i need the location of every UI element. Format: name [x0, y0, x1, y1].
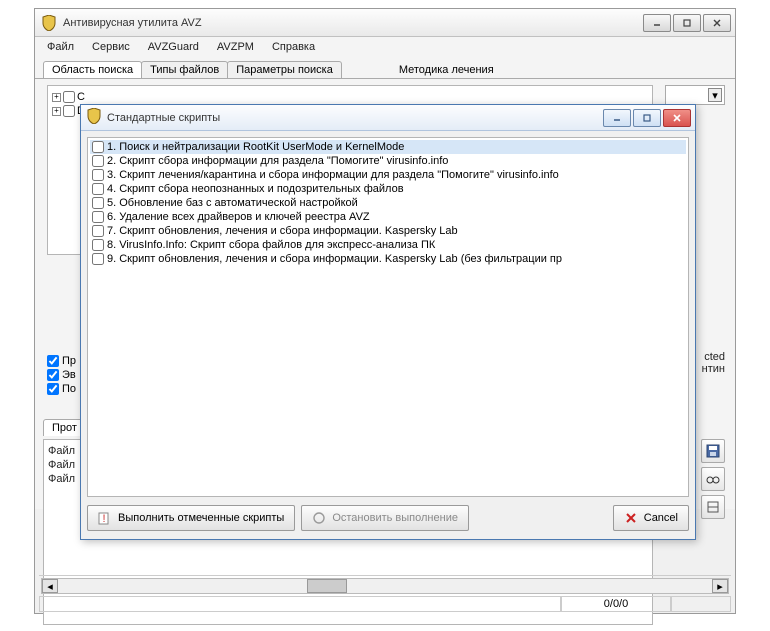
script-checkbox[interactable]	[92, 197, 104, 209]
check-ev[interactable]	[47, 369, 59, 381]
tabs-row: Область поиска Типы файлов Параметры пои…	[35, 57, 735, 79]
chevron-down-icon: ▾	[708, 88, 722, 102]
script-label: 1. Поиск и нейтрализации RootKit UserMod…	[107, 141, 404, 153]
script-row[interactable]: 9. Скрипт обновления, лечения и сбора ин…	[90, 252, 686, 266]
dialog-titlebar: Стандартные скрипты	[81, 105, 695, 131]
menu-service[interactable]: Сервис	[84, 39, 138, 55]
scripts-dialog: Стандартные скрипты 1. Поиск и нейтрализ…	[80, 104, 696, 540]
menu-help[interactable]: Справка	[264, 39, 323, 55]
script-row[interactable]: 3. Скрипт лечения/карантина и сбора инфо…	[90, 168, 686, 182]
minimize-button[interactable]	[643, 14, 671, 32]
script-checkbox[interactable]	[92, 239, 104, 251]
save-icon[interactable]	[701, 439, 725, 463]
scroll-track[interactable]	[58, 579, 712, 593]
script-label: 8. VirusInfo.Info: Скрипт сбора файлов д…	[107, 239, 435, 251]
scripts-list[interactable]: 1. Поиск и нейтрализации RootKit UserMod…	[87, 137, 689, 497]
status-cell	[671, 596, 731, 612]
script-checkbox[interactable]	[92, 169, 104, 181]
text-fragment: cted	[702, 351, 725, 363]
status-cell	[39, 596, 561, 612]
script-checkbox[interactable]	[92, 225, 104, 237]
script-checkbox[interactable]	[92, 141, 104, 153]
side-toolbar	[701, 439, 727, 519]
menu-file[interactable]: Файл	[39, 39, 82, 55]
menu-avzpm[interactable]: AVZPM	[209, 39, 262, 55]
script-label: 5. Обновление баз с автоматической настр…	[107, 197, 358, 209]
glasses-icon[interactable]	[701, 467, 725, 491]
main-title: Антивирусная утилита AVZ	[63, 17, 643, 29]
check-label: По	[62, 383, 76, 395]
menu-avzguard[interactable]: AVZGuard	[140, 39, 207, 55]
tree-checkbox[interactable]	[63, 91, 75, 103]
combo-1[interactable]: ▾	[665, 85, 725, 105]
tab-search-params[interactable]: Параметры поиска	[227, 61, 342, 78]
dialog-icon	[87, 108, 101, 127]
script-row[interactable]: 5. Обновление баз с автоматической настр…	[90, 196, 686, 210]
check-po[interactable]	[47, 383, 59, 395]
cancel-button-label: Cancel	[644, 512, 678, 524]
script-label: 9. Скрипт обновления, лечения и сбора ин…	[107, 253, 562, 265]
text-fragment: нтин	[702, 363, 725, 375]
cancel-icon	[624, 511, 638, 525]
run-button-label: Выполнить отмеченные скрипты	[118, 512, 284, 524]
tab-file-types[interactable]: Типы файлов	[141, 61, 228, 78]
script-row[interactable]: 8. VirusInfo.Info: Скрипт сбора файлов д…	[90, 238, 686, 252]
right-column: ▾	[665, 85, 727, 105]
status-counter: 0/0/0	[561, 596, 671, 612]
scroll-left-icon[interactable]: ◂	[42, 579, 58, 593]
script-label: 4. Скрипт сбора неопознанных и подозрите…	[107, 183, 404, 195]
script-label: 7. Скрипт обновления, лечения и сбора ин…	[107, 225, 458, 237]
close-button[interactable]	[703, 14, 731, 32]
dialog-close-button[interactable]	[663, 109, 691, 127]
script-checkbox[interactable]	[92, 183, 104, 195]
run-scripts-button[interactable]: ! Выполнить отмеченные скрипты	[87, 505, 295, 531]
run-icon: !	[98, 511, 112, 525]
maximize-button[interactable]	[673, 14, 701, 32]
check-label: Эв	[62, 369, 76, 381]
svg-text:!: !	[102, 513, 105, 525]
script-checkbox[interactable]	[92, 211, 104, 223]
expand-icon[interactable]: +	[52, 107, 61, 116]
stop-button-label: Остановить выполнение	[332, 512, 458, 524]
expand-icon[interactable]: +	[52, 93, 61, 102]
main-window-buttons	[643, 14, 731, 32]
right-text-block: cted нтин	[702, 351, 725, 375]
tool-icon[interactable]	[701, 495, 725, 519]
script-checkbox[interactable]	[92, 253, 104, 265]
tab-search-area[interactable]: Область поиска	[43, 61, 142, 78]
script-row[interactable]: 6. Удаление всех драйверов и ключей реес…	[90, 210, 686, 224]
tab-treatment[interactable]: Методика лечения	[391, 62, 502, 78]
script-label: 2. Скрипт сбора информации для раздела "…	[107, 155, 448, 167]
dialog-title: Стандартные скрипты	[107, 112, 601, 124]
check-label: Пр	[62, 355, 76, 367]
dialog-maximize-button[interactable]	[633, 109, 661, 127]
tree-label: C	[77, 91, 85, 103]
scroll-thumb[interactable]	[307, 579, 347, 593]
options-checks: Пр Эв По	[47, 354, 76, 396]
dialog-footer: ! Выполнить отмеченные скрипты Остановит…	[87, 503, 689, 533]
h-scrollbar[interactable]: ◂ ▸	[41, 578, 729, 594]
script-checkbox[interactable]	[92, 155, 104, 167]
cancel-button[interactable]: Cancel	[613, 505, 689, 531]
script-row[interactable]: 4. Скрипт сбора неопознанных и подозрите…	[90, 182, 686, 196]
main-titlebar: Антивирусная утилита AVZ	[35, 9, 735, 37]
menubar: Файл Сервис AVZGuard AVZPM Справка	[35, 37, 735, 57]
check-pr[interactable]	[47, 355, 59, 367]
tree-row[interactable]: + C	[52, 90, 648, 104]
tree-checkbox[interactable]	[63, 105, 75, 117]
script-label: 6. Удаление всех драйверов и ключей реес…	[107, 211, 370, 223]
script-row[interactable]: 1. Поиск и нейтрализации RootKit UserMod…	[90, 140, 686, 154]
scroll-right-icon[interactable]: ▸	[712, 579, 728, 593]
app-icon	[41, 15, 57, 31]
script-label: 3. Скрипт лечения/карантина и сбора инфо…	[107, 169, 559, 181]
stop-button: Остановить выполнение	[301, 505, 469, 531]
script-row[interactable]: 7. Скрипт обновления, лечения и сбора ин…	[90, 224, 686, 238]
dialog-minimize-button[interactable]	[603, 109, 631, 127]
script-row[interactable]: 2. Скрипт сбора информации для раздела "…	[90, 154, 686, 168]
stop-icon	[312, 511, 326, 525]
statusbar: ◂ ▸ 0/0/0	[39, 575, 731, 611]
